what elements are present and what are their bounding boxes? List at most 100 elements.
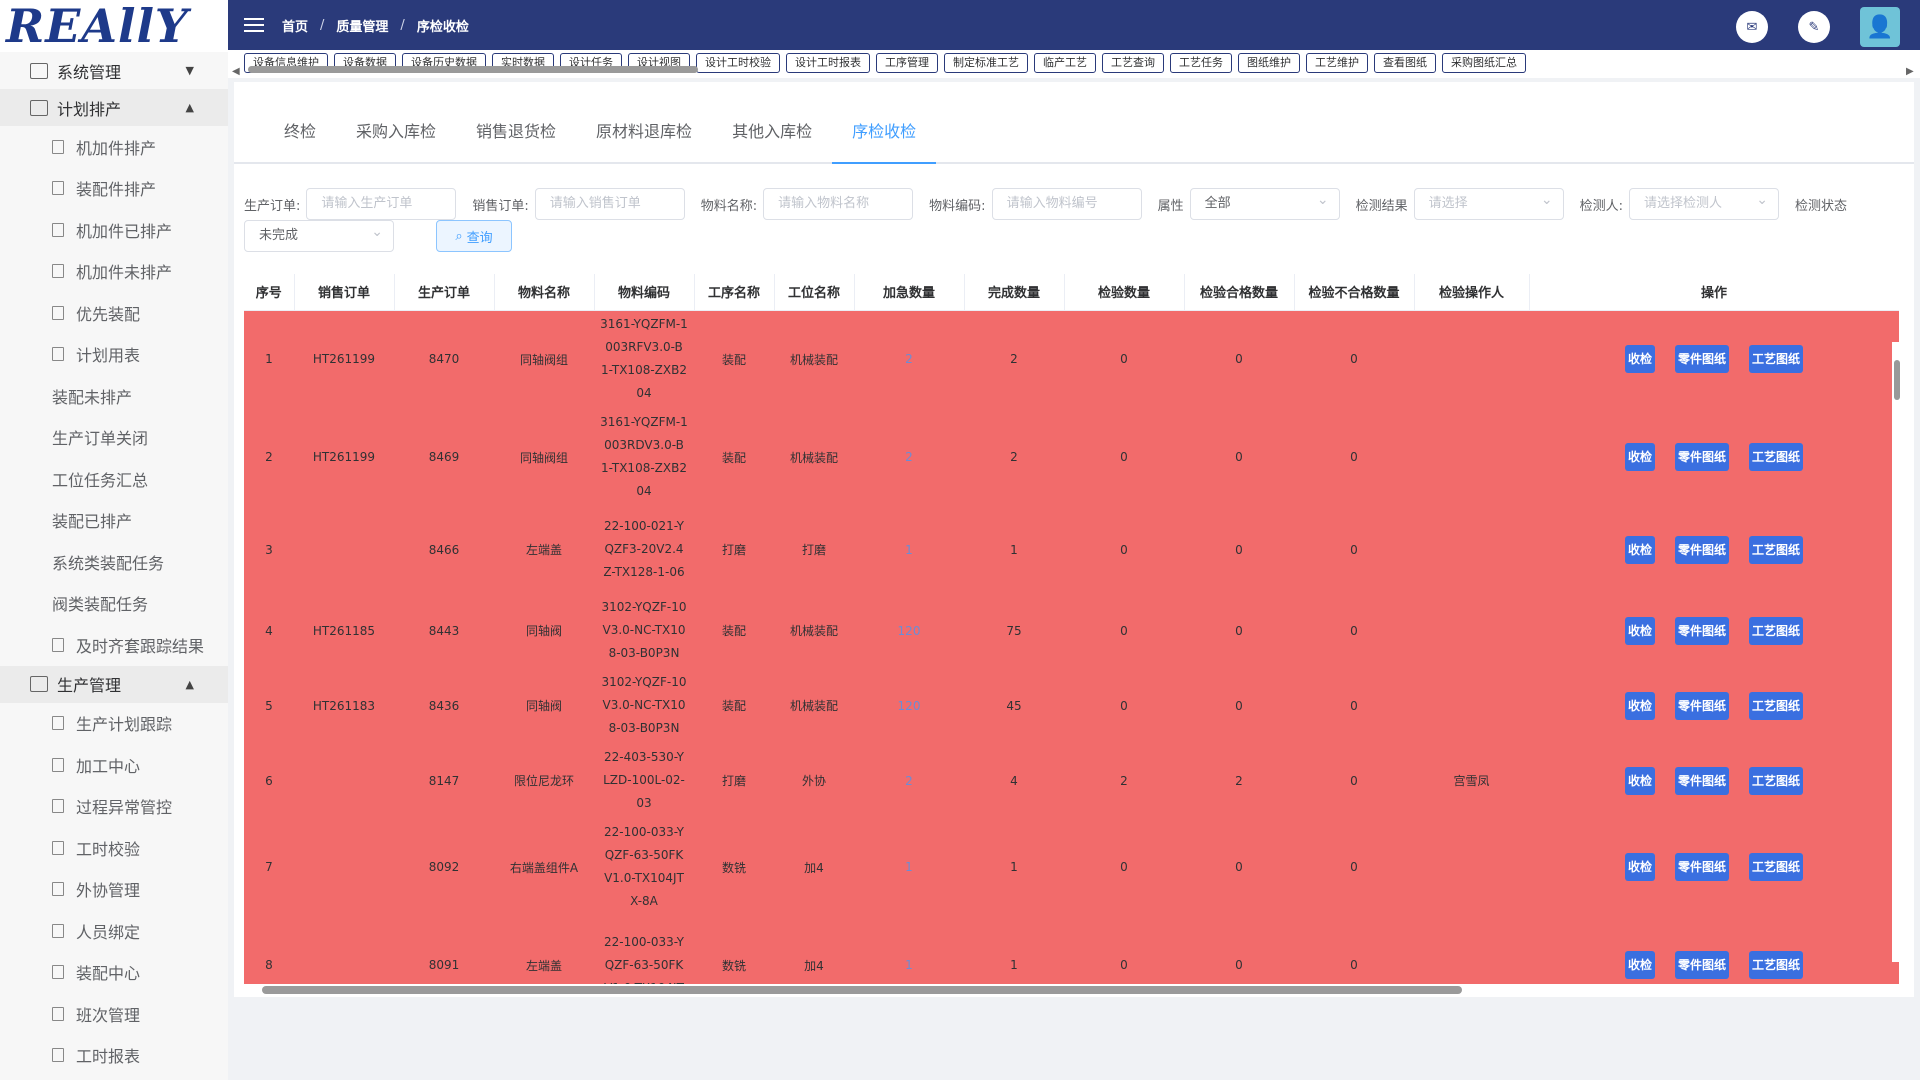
cell-urgent-qty[interactable]: 2 [854,310,964,408]
breadcrumb-quality[interactable]: 质量管理 [336,16,388,35]
sidebar-item[interactable]: 加工中心 [0,744,228,786]
tag-item[interactable]: 设计工时报表 [786,53,870,73]
sidebar-item[interactable]: 系统类装配任务 [0,541,228,583]
sidebar-item[interactable]: 及时齐套跟踪结果 [0,624,228,666]
sidebar-item[interactable]: 班次管理 [0,993,228,1035]
prod-order-input[interactable]: 请输入生产订单 [306,188,457,220]
process-drawing-button[interactable]: 工艺图纸 [1749,535,1804,564]
part-drawing-button[interactable]: 零件图纸 [1674,443,1729,471]
tag-item[interactable]: 工艺维护 [1306,53,1368,73]
user-avatar[interactable]: 👤 [1860,7,1900,47]
tag-item[interactable]: 临产工艺 [1034,53,1096,73]
scroll-right-icon[interactable]: ▶ [1906,66,1914,77]
tag-item[interactable]: 工艺任务 [1170,53,1232,73]
part-drawing-button[interactable]: 零件图纸 [1674,345,1729,374]
breadcrumb-home[interactable]: 首页 [282,16,308,35]
cell-urgent-qty[interactable]: 2 [854,408,964,506]
process-drawing-button[interactable]: 工艺图纸 [1749,443,1804,471]
sidebar-item[interactable]: 过程异常管控 [0,786,228,828]
sidebar-item[interactable]: 装配未排产 [0,375,228,417]
tab-item[interactable]: 原材料退库检 [576,118,712,162]
table-hscrollbar[interactable] [248,985,1898,995]
sidebar-item[interactable]: 工位任务汇总 [0,458,228,500]
accept-inspection-button[interactable]: 收检 [1624,853,1655,881]
tab-item[interactable]: 销售退货检 [456,118,576,162]
tag-item[interactable]: 制定标准工艺 [944,53,1028,73]
sidebar-group[interactable]: 计划排产 ▲ [0,89,228,126]
sidebar-item[interactable]: 人员绑定 [0,910,228,952]
tag-item[interactable]: 设计工时校验 [696,53,780,73]
accept-inspection-button[interactable]: 收检 [1624,345,1655,374]
part-drawing-button[interactable]: 零件图纸 [1674,951,1729,979]
sidebar-item[interactable]: 工时报表 [0,1035,228,1077]
accept-inspection-button[interactable]: 收检 [1624,443,1655,471]
sidebar-group[interactable]: 系统管理 ▼ [0,52,228,89]
tag-item[interactable]: 工艺查询 [1102,53,1164,73]
sidebar-item[interactable]: 装配中心 [0,952,228,994]
tag-item[interactable]: 工序管理 [876,53,938,73]
scroll-left-icon[interactable]: ◀ [232,66,240,77]
part-drawing-button[interactable]: 零件图纸 [1674,691,1729,720]
table-vscrollbar[interactable] [1892,342,1902,962]
tags-scrollbar[interactable] [248,66,698,73]
sidebar-item[interactable]: 装配件排产 [0,168,228,210]
tag-item[interactable]: 查看图纸 [1374,53,1436,73]
sidebar-item[interactable]: 生产订单关闭 [0,417,228,459]
accept-inspection-button[interactable]: 收检 [1624,535,1655,564]
sidebar-item[interactable]: 阀类装配任务 [0,583,228,625]
cell-urgent-qty[interactable]: 120 [854,593,964,668]
sidebar-item[interactable]: 优先装配 [0,292,228,334]
part-drawing-button[interactable]: 零件图纸 [1674,616,1729,645]
edit-icon[interactable]: ✎ [1798,11,1830,43]
accept-inspection-button[interactable]: 收检 [1624,951,1655,979]
accept-inspection-button[interactable]: 收检 [1624,766,1655,795]
accept-inspection-button[interactable]: 收检 [1624,616,1655,645]
material-name-input[interactable]: 请输入物料名称 [763,188,914,220]
process-drawing-button[interactable]: 工艺图纸 [1749,345,1804,374]
part-drawing-button[interactable]: 零件图纸 [1674,853,1729,881]
attr-select[interactable]: 全部 [1189,188,1340,220]
material-code-input[interactable]: 请输入物料编号 [991,188,1142,220]
sidebar-item[interactable]: 外协管理 [0,869,228,911]
part-drawing-button[interactable]: 零件图纸 [1674,766,1729,795]
sidebar-item[interactable]: 生产计划跟踪 [0,703,228,745]
process-drawing-button[interactable]: 工艺图纸 [1749,616,1804,645]
prod-order-label: 生产订单: [244,198,301,214]
cell-urgent-qty[interactable]: 120 [854,668,964,743]
sidebar-item[interactable]: 装配已排产 [0,500,228,542]
cell-urgent-qty[interactable]: 1 [854,916,964,984]
cell-material-name: 同轴阀组 [494,408,594,506]
sidebar-item[interactable]: 机加件未排产 [0,251,228,293]
result-select[interactable]: 请选择 [1413,188,1564,220]
sales-order-input[interactable]: 请输入销售订单 [534,188,685,220]
menu-toggle-icon[interactable] [244,18,264,32]
process-drawing-button[interactable]: 工艺图纸 [1749,951,1804,979]
accept-inspection-button[interactable]: 收检 [1624,691,1655,720]
tag-item[interactable]: 图纸维护 [1238,53,1300,73]
sidebar-group[interactable]: 生产管理 ▲ [0,665,228,703]
sidebar-item[interactable]: 计划用表 [0,334,228,376]
sidebar-item[interactable]: 机加件已排产 [0,209,228,251]
cell-operator [1414,506,1529,593]
cell-urgent-qty[interactable]: 2 [854,743,964,818]
tab-item[interactable]: 序检收检 [832,118,937,164]
mail-icon[interactable]: ✉ [1736,11,1768,43]
tag-item[interactable]: 采购图纸汇总 [1442,53,1526,73]
inspector-select[interactable]: 请选择检测人 [1628,188,1779,220]
menu-group-label: 系统管理 [57,62,122,82]
part-drawing-button[interactable]: 零件图纸 [1674,535,1729,564]
sidebar-item[interactable]: 工时校验 [0,827,228,869]
tab-item[interactable]: 采购入库检 [336,118,456,162]
sidebar-item[interactable]: 机加件排产 [0,126,228,168]
sidebar-item-label: 装配未排产 [52,387,133,407]
process-drawing-button[interactable]: 工艺图纸 [1749,853,1804,881]
process-drawing-button[interactable]: 工艺图纸 [1749,691,1804,720]
process-drawing-button[interactable]: 工艺图纸 [1749,766,1804,795]
cell-urgent-qty[interactable]: 1 [854,506,964,593]
cell-urgent-qty[interactable]: 1 [854,818,964,916]
tab-item[interactable]: 其他入库检 [712,118,832,162]
tab-item[interactable]: 终检 [264,118,336,162]
cell-index: 4 [244,593,294,668]
search-button[interactable]: ⌕ 查询 [436,220,512,252]
status-select[interactable]: 未完成 [244,220,394,252]
